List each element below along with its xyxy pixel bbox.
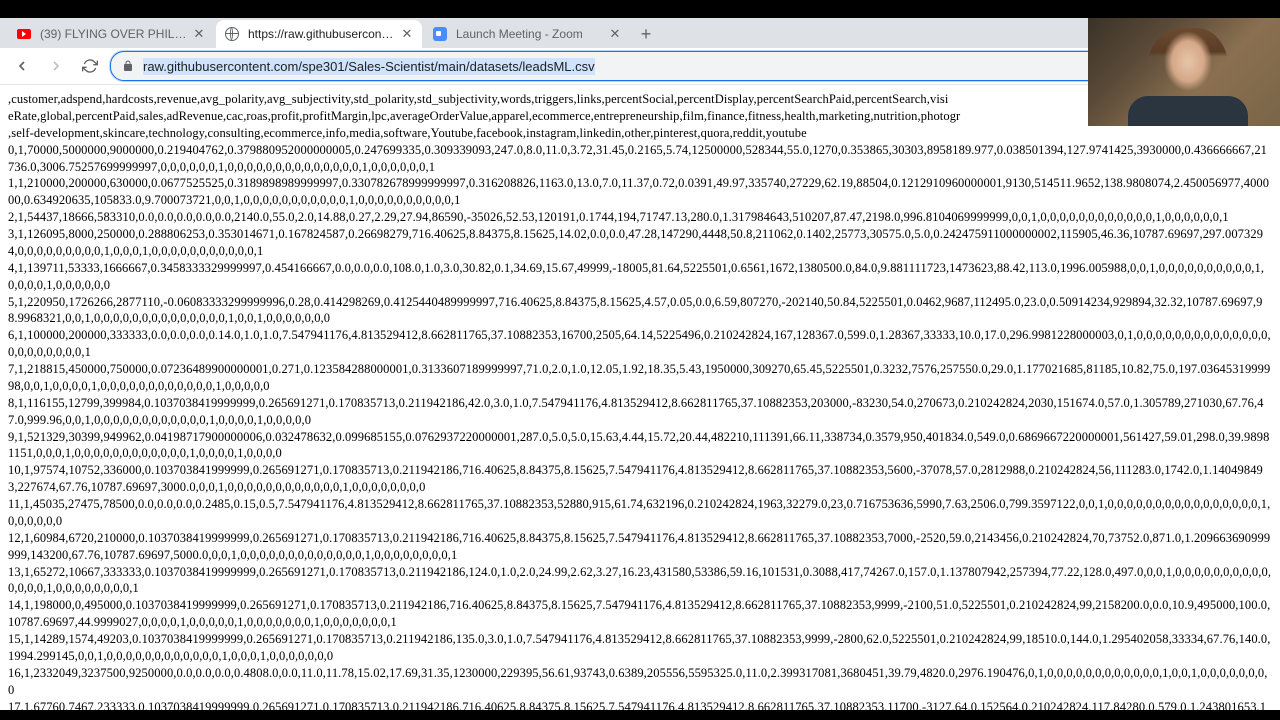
forward-button[interactable] bbox=[42, 52, 70, 80]
tab-zoom[interactable]: Launch Meeting - Zoom ✕ bbox=[424, 20, 630, 48]
webcam-overlay bbox=[1088, 18, 1280, 126]
tab-youtube[interactable]: (39) FLYING OVER PHILIPPINES ( ✕ bbox=[8, 20, 214, 48]
back-button[interactable] bbox=[8, 52, 36, 80]
lock-icon bbox=[121, 59, 135, 73]
close-icon[interactable]: ✕ bbox=[192, 27, 206, 41]
tab-title: Launch Meeting - Zoom bbox=[456, 27, 604, 41]
url-text: raw.githubusercontent.com/spe301/Sales-S… bbox=[143, 58, 595, 75]
new-tab-button[interactable]: + bbox=[632, 20, 660, 48]
tab-title: https://raw.githubusercontent.c bbox=[248, 27, 396, 41]
reload-button[interactable] bbox=[76, 52, 104, 80]
csv-raw-text[interactable]: ,customer,adspend,hardcosts,revenue,avg_… bbox=[0, 85, 1280, 710]
close-icon[interactable]: ✕ bbox=[400, 27, 414, 41]
page-content: ,customer,adspend,hardcosts,revenue,avg_… bbox=[0, 85, 1280, 710]
zoom-icon bbox=[432, 26, 448, 42]
tab-github-raw[interactable]: https://raw.githubusercontent.c ✕ bbox=[216, 20, 422, 48]
globe-icon bbox=[224, 26, 240, 42]
tab-title: (39) FLYING OVER PHILIPPINES ( bbox=[40, 27, 188, 41]
close-icon[interactable]: ✕ bbox=[608, 27, 622, 41]
youtube-icon bbox=[16, 26, 32, 42]
